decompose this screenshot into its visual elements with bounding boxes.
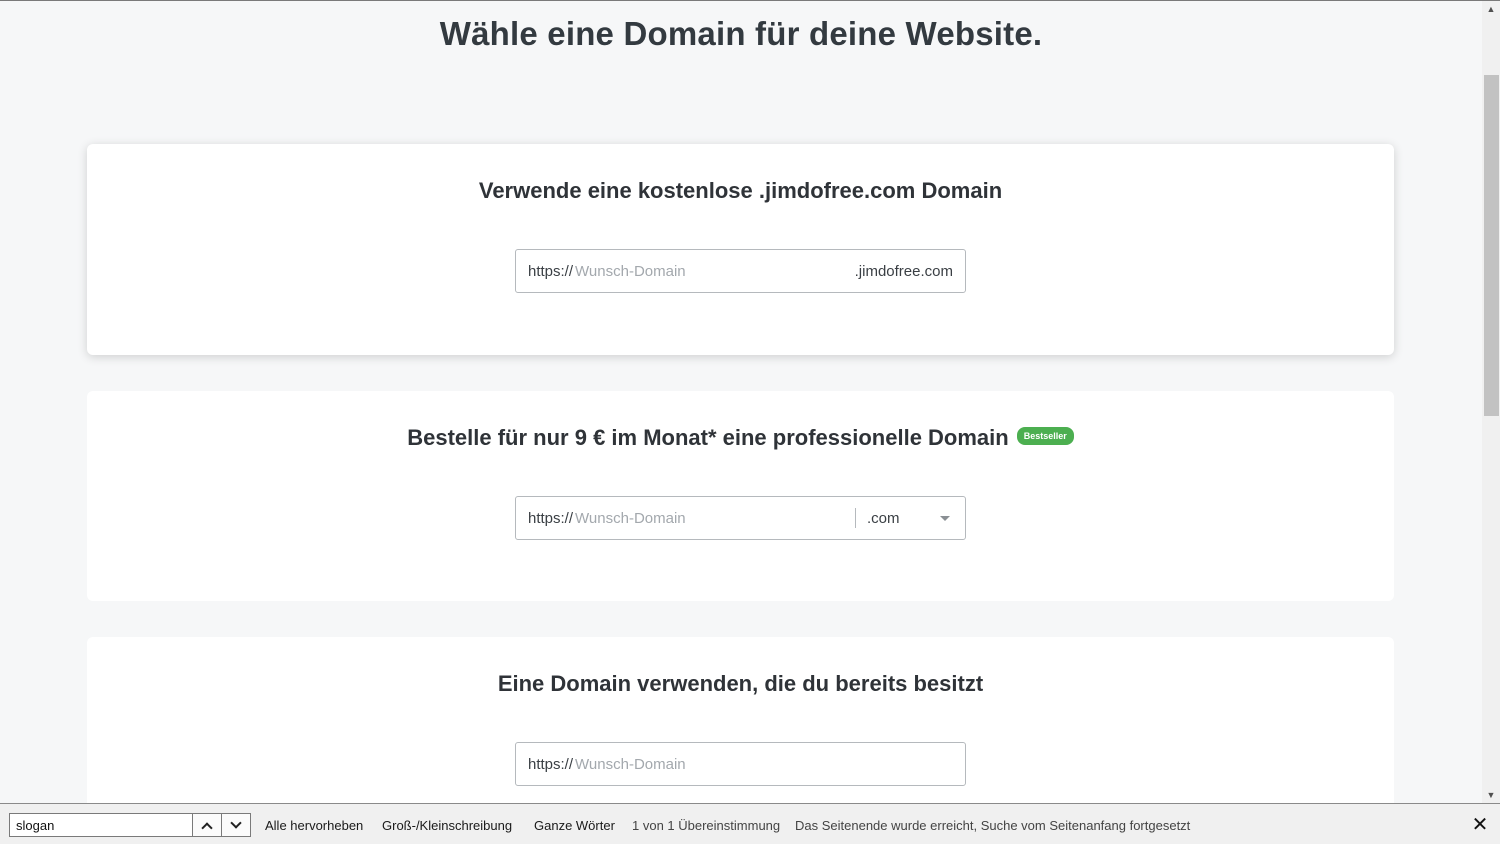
paid-domain-card[interactable]: Bestelle für nur 9 € im Monat* eine prof…	[87, 391, 1394, 601]
find-input[interactable]	[9, 813, 193, 837]
vertical-scrollbar[interactable]: ▲ ▼	[1482, 1, 1500, 803]
find-wrap-notice: Das Seitenende wurde erreicht, Suche vom…	[795, 818, 1191, 833]
existing-domain-title-text: Eine Domain verwenden, die du bereits be…	[497, 671, 984, 697]
existing-domain-prefix: https://	[528, 755, 574, 773]
page-viewport: Wähle eine Domain für deine Website. Ver…	[0, 1, 1482, 803]
find-bar: Alle hervorheben Groß-/Kleinschreibung G…	[0, 803, 1500, 844]
free-domain-input[interactable]	[573, 250, 855, 292]
paid-domain-card-title: Bestelle für nur 9 € im Monat* eine prof…	[87, 424, 1394, 451]
close-icon[interactable]: ✕	[1470, 815, 1490, 835]
scroll-down-arrow-icon[interactable]: ▼	[1482, 787, 1500, 803]
existing-domain-input[interactable]	[573, 743, 965, 785]
free-domain-card-title: Verwende eine kostenlose .jimdofree.com …	[87, 177, 1394, 204]
free-domain-card[interactable]: Verwende eine kostenlose .jimdofree.com …	[87, 144, 1394, 355]
tld-select[interactable]: .com	[855, 497, 965, 539]
chevron-down-icon	[230, 816, 242, 829]
paid-domain-input[interactable]	[573, 497, 855, 539]
caret-down-icon	[940, 516, 950, 521]
existing-domain-card-title: Eine Domain verwenden, die du bereits be…	[87, 670, 1394, 697]
free-domain-title-text: Verwende eine kostenlose .jimdofree.com …	[478, 178, 1003, 204]
bestseller-badge: Bestseller	[1016, 427, 1074, 446]
existing-domain-card[interactable]: Eine Domain verwenden, die du bereits be…	[87, 637, 1394, 803]
paid-domain-field[interactable]: https:// .com	[515, 496, 966, 540]
free-domain-field[interactable]: https:// .jimdofree.com	[515, 249, 966, 293]
page-title: Wähle eine Domain für deine Website.	[439, 15, 1043, 52]
paid-domain-prefix: https://	[528, 509, 574, 527]
whole-words-toggle[interactable]: Ganze Wörter	[534, 818, 615, 833]
scroll-up-arrow-icon[interactable]: ▲	[1482, 1, 1500, 17]
free-domain-prefix: https://	[528, 262, 574, 280]
match-case-toggle[interactable]: Groß-/Kleinschreibung	[382, 818, 512, 833]
tld-divider	[855, 508, 856, 528]
find-next-button[interactable]	[221, 813, 251, 837]
highlight-all-toggle[interactable]: Alle hervorheben	[265, 818, 363, 833]
find-match-count: 1 von 1 Übereinstimmung	[632, 818, 781, 833]
scrollbar-thumb[interactable]	[1484, 75, 1499, 416]
find-previous-button[interactable]	[192, 813, 222, 837]
existing-domain-field[interactable]: https://	[515, 742, 966, 786]
free-domain-suffix: .jimdofree.com	[854, 262, 953, 280]
tld-selected-value: .com	[867, 509, 900, 527]
chevron-up-icon	[201, 821, 213, 834]
paid-domain-title-text: Bestelle für nur 9 € im Monat* eine prof…	[407, 425, 1009, 451]
